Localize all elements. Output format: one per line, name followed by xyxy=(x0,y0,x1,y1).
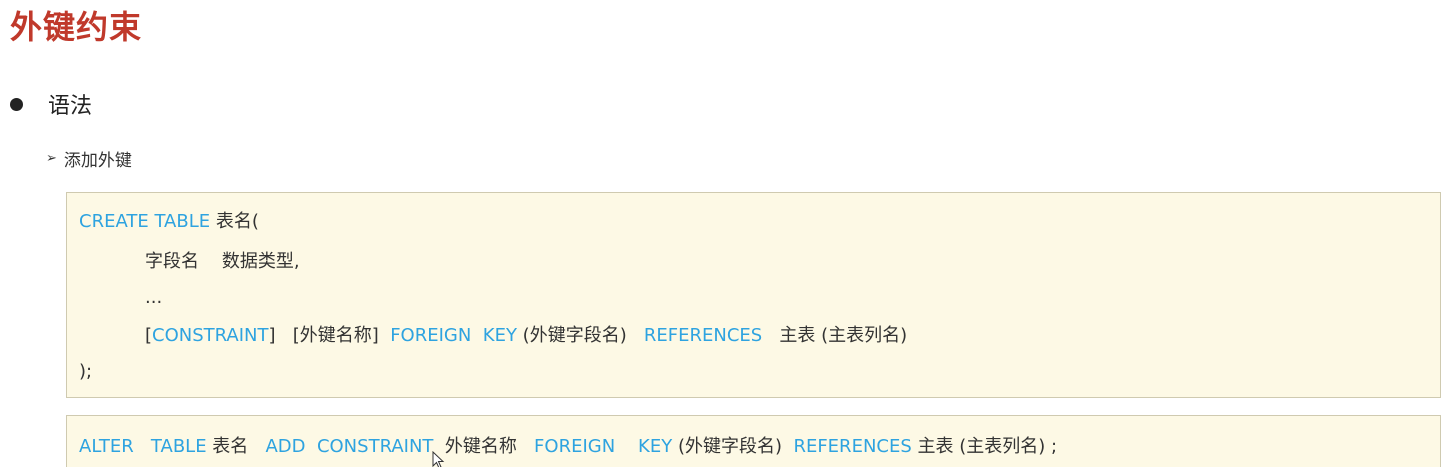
code-block-alter: ALTER TABLE 表名 ADD CONSTRAINT 外键名称 FOREI… xyxy=(66,415,1441,467)
code-line-alter: ALTER TABLE 表名 ADD CONSTRAINT 外键名称 FOREI… xyxy=(79,432,1057,458)
keyword: CONSTRAINT xyxy=(152,325,269,346)
code-text: (外键字段名) xyxy=(516,325,644,346)
keyword: ALTER TABLE xyxy=(79,436,207,457)
keyword: REFERENCES xyxy=(793,436,912,457)
arrow-right-icon: ➢ xyxy=(46,151,57,166)
page-title: 外键约束 xyxy=(10,8,143,46)
code-text: 主表 (主表列名) xyxy=(762,325,908,346)
keyword: FOREIGN KEY xyxy=(534,436,673,457)
code-text: (外键字段名) xyxy=(672,436,794,457)
bullet-dot-icon xyxy=(10,97,23,111)
slide-page: 外键约束 语法 ➢ 添加外键 CREATE TABLE 表名( 字段名 数据类型… xyxy=(0,0,1443,467)
code-text: ); xyxy=(79,361,93,382)
code-block-create: CREATE TABLE 表名( 字段名 数据类型, ... [CONSTRAI… xyxy=(66,192,1441,398)
keyword: ADD CONSTRAINT xyxy=(265,436,434,457)
code-line-2: 字段名 数据类型, xyxy=(145,247,300,273)
code-text: 表名( xyxy=(210,211,259,232)
code-text: 字段名 数据类型, xyxy=(145,251,300,272)
code-text: 表名 xyxy=(206,436,266,457)
code-text: [ xyxy=(145,325,153,346)
bullet-item: 语法 xyxy=(10,88,92,120)
code-text: 外键名称 xyxy=(433,436,535,457)
keyword: REFERENCES xyxy=(643,325,763,346)
sub-label: 添加外键 xyxy=(63,151,132,171)
code-text: ... xyxy=(145,287,163,308)
mouse-cursor-icon xyxy=(432,451,445,467)
keyword: CREATE TABLE xyxy=(79,211,211,232)
code-line-4: [CONSTRAINT] [外键名称] FOREIGN KEY (外键字段名) … xyxy=(145,321,907,347)
bullet-label: 语法 xyxy=(48,94,93,119)
code-text: ] [外键名称] xyxy=(268,325,391,346)
sub-item: ➢ 添加外键 xyxy=(46,146,132,171)
code-text: 主表 (主表列名) ; xyxy=(911,436,1058,457)
code-line-5: ); xyxy=(79,361,92,382)
keyword: FOREIGN KEY xyxy=(390,325,517,346)
code-line-1: CREATE TABLE 表名( xyxy=(79,207,259,233)
code-line-3: ... xyxy=(145,287,162,308)
